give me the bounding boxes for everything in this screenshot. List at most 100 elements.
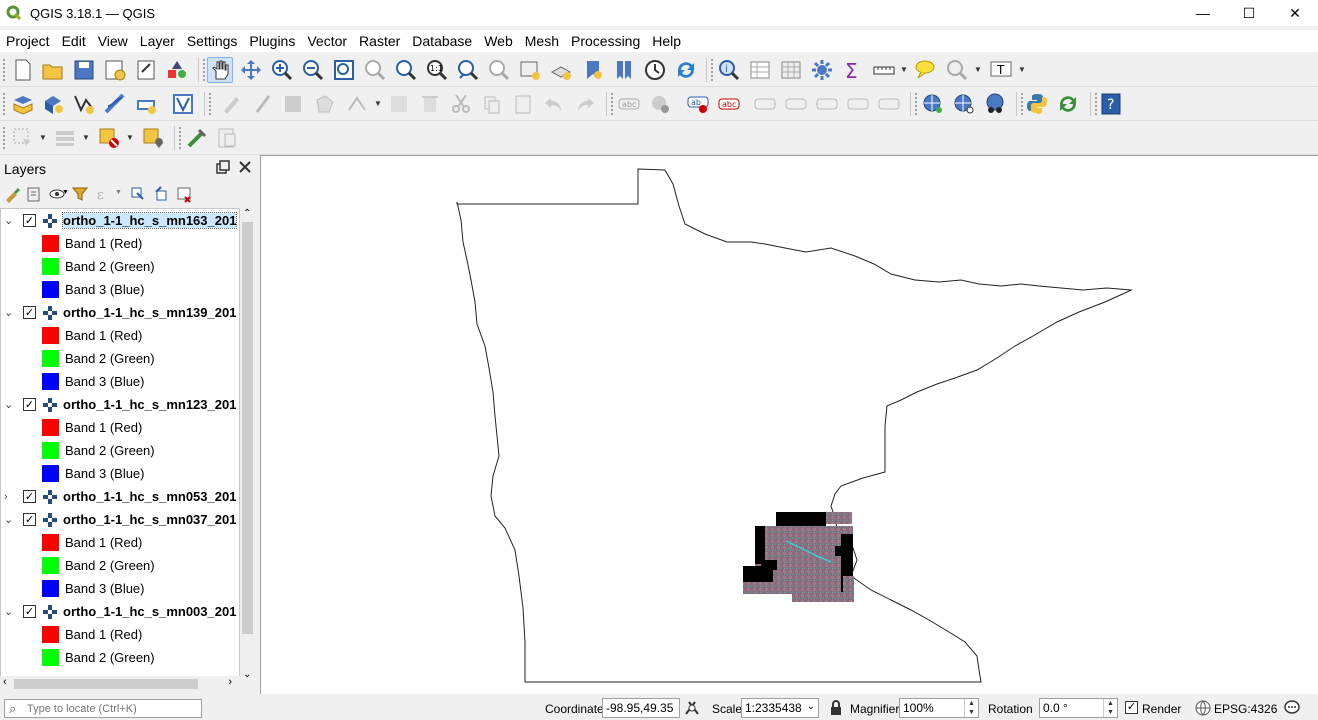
menu-database[interactable]: Database [406,30,478,52]
layer-row[interactable]: › ✓ ortho_1-1_hc_s_mn053_201 [1,485,239,508]
horizontal-scrollbar-thumb[interactable] [14,679,198,689]
layer-visibility-checkbox[interactable]: ✓ [23,398,36,411]
save-project-icon[interactable] [71,57,97,83]
processing-toolbox-icon[interactable] [809,57,835,83]
refresh-icon[interactable] [673,57,699,83]
band-legend-row[interactable]: Band 3 (Blue) [1,577,239,600]
annotation-dropdown-icon[interactable]: ▼ [974,65,982,74]
remove-layer-icon[interactable] [174,184,194,204]
layer-row[interactable]: ⌄ ✓ ortho_1-1_hc_s_mn037_201 [1,508,239,531]
band-legend-row[interactable]: Band 3 (Blue) [1,278,239,301]
open-attribute-table-icon[interactable] [747,57,773,83]
band-legend-row[interactable]: Band 1 (Red) [1,531,239,554]
layer-visibility-checkbox[interactable]: ✓ [23,490,36,503]
highlight-pinned-labels-icon[interactable]: ab [685,91,711,117]
layer-visibility-checkbox[interactable]: ✓ [23,605,36,618]
layer-visibility-checkbox[interactable]: ✓ [23,513,36,526]
menu-raster[interactable]: Raster [353,30,406,52]
style-manager-icon[interactable] [164,57,190,83]
menu-view[interactable]: View [92,30,134,52]
chevron-down-icon[interactable]: ⌄ [4,306,14,319]
toolbar-grip[interactable] [2,126,6,150]
filter-expression-dropdown-icon[interactable]: ▼ [115,189,122,196]
minimize-button[interactable]: — [1180,0,1226,26]
menu-edit[interactable]: Edit [56,30,92,52]
band-legend-row[interactable]: Band 3 (Blue) [1,462,239,485]
layer-row[interactable]: ⌄ ✓ ortho_1-1_hc_s_mn163_201 [1,209,239,232]
menu-layer[interactable]: Layer [134,30,181,52]
scroll-down-icon[interactable]: ⌄ [243,669,251,680]
crs-globe-icon[interactable] [1194,699,1212,717]
scroll-up-icon[interactable]: ⌃ [243,208,251,219]
layer-row[interactable]: ⌄ ✓ ortho_1-1_hc_s_mn139_201 [1,301,239,324]
measure-dropdown-icon[interactable]: ▼ [900,65,908,74]
maximize-button[interactable]: ☐ [1226,0,1272,26]
vertical-scrollbar-thumb[interactable] [242,222,253,634]
zoom-to-layer-icon[interactable] [393,57,419,83]
band-legend-row[interactable]: Band 2 (Green) [1,439,239,462]
open-field-calculator-icon[interactable] [778,57,804,83]
undock-panel-icon[interactable] [216,160,230,174]
open-project-icon[interactable] [40,57,66,83]
toolbar-grip[interactable] [710,58,714,82]
toolbar-grip[interactable] [2,92,6,116]
zoom-full-icon[interactable] [331,57,357,83]
spinbox-arrows-icon[interactable]: ▲ ▼ [1103,699,1117,717]
new-spatialite-icon[interactable] [102,91,128,117]
band-legend-row[interactable]: Band 1 (Red) [1,416,239,439]
select-location-icon[interactable] [140,125,166,151]
new-map-view-icon[interactable] [517,57,543,83]
text-annotation-icon[interactable]: T [988,57,1014,83]
band-legend-row[interactable]: Band 2 (Green) [1,347,239,370]
layer-visibility-checkbox[interactable]: ✓ [23,214,36,227]
virtual-layer-icon[interactable] [170,91,196,117]
python-console-icon[interactable] [1024,91,1050,117]
save-as-icon[interactable] [102,57,128,83]
lock-scale-icon[interactable] [827,699,845,717]
pan-to-selection-icon[interactable] [238,57,264,83]
zoom-to-selection-icon[interactable] [362,57,388,83]
layer-tree[interactable]: ⌄ ✓ ortho_1-1_hc_s_mn163_201 Band 1 (Red) Ba… [0,208,240,680]
new-geopackage-icon[interactable] [40,91,66,117]
new-bookmark-icon[interactable] [580,57,606,83]
menu-settings[interactable]: Settings [181,30,244,52]
select-features-icon[interactable] [10,125,36,151]
statistical-summary-icon[interactable]: Σ [840,57,866,83]
toolbar-grip[interactable] [2,58,6,82]
coordinate-input[interactable]: -98.95,49.35 [602,698,680,718]
zoom-next-icon[interactable] [486,57,512,83]
collapse-all-icon[interactable] [151,184,171,204]
layer-tree-vertical-scrollbar[interactable]: ⌃ ⌄ [240,208,255,680]
filter-legend-icon[interactable] [70,184,90,204]
identify-features-icon[interactable]: i [716,57,742,83]
close-window-button[interactable]: ✕ [1272,0,1318,26]
filter-expression-icon[interactable]: ε [94,184,114,204]
scale-combobox[interactable]: 1:2335438 ⌄ [741,698,819,718]
text-annotation-dropdown-icon[interactable]: ▼ [1018,65,1026,74]
select-dropdown-icon[interactable]: ▼ [39,133,47,142]
pan-map-icon[interactable] [207,57,233,83]
zoom-in-icon[interactable] [269,57,295,83]
layer-visibility-checkbox[interactable]: ✓ [23,306,36,319]
map-themes-dropdown-icon[interactable]: ▼ [62,189,69,196]
measure-line-icon[interactable] [871,57,897,83]
layer-labeling-icon[interactable]: abc [616,91,642,117]
zoom-last-icon[interactable] [455,57,481,83]
new-shapefile-icon[interactable] [71,91,97,117]
data-source-manager-icon[interactable] [10,91,36,117]
toolbar-grip[interactable] [914,92,918,116]
metasearch-search-icon[interactable] [951,91,977,117]
layer-row[interactable]: ⌄ ✓ ortho_1-1_hc_s_mn003_201 [1,600,239,623]
chevron-right-icon[interactable]: › [4,491,14,503]
annotation-icon[interactable] [944,57,970,83]
map-tips-icon[interactable] [912,57,938,83]
deselect-dropdown-icon[interactable]: ▼ [126,133,134,142]
deselect-features-icon[interactable] [96,125,122,151]
add-group-icon[interactable] [24,184,44,204]
style-paint-icon[interactable] [2,184,22,204]
menu-web[interactable]: Web [478,30,519,52]
menu-help[interactable]: Help [646,30,687,52]
scroll-left-icon[interactable]: ‹ [3,676,7,688]
layer-tree-horizontal-scrollbar[interactable]: ‹ › [0,676,240,692]
chevron-down-icon[interactable]: ⌄ [4,605,14,618]
